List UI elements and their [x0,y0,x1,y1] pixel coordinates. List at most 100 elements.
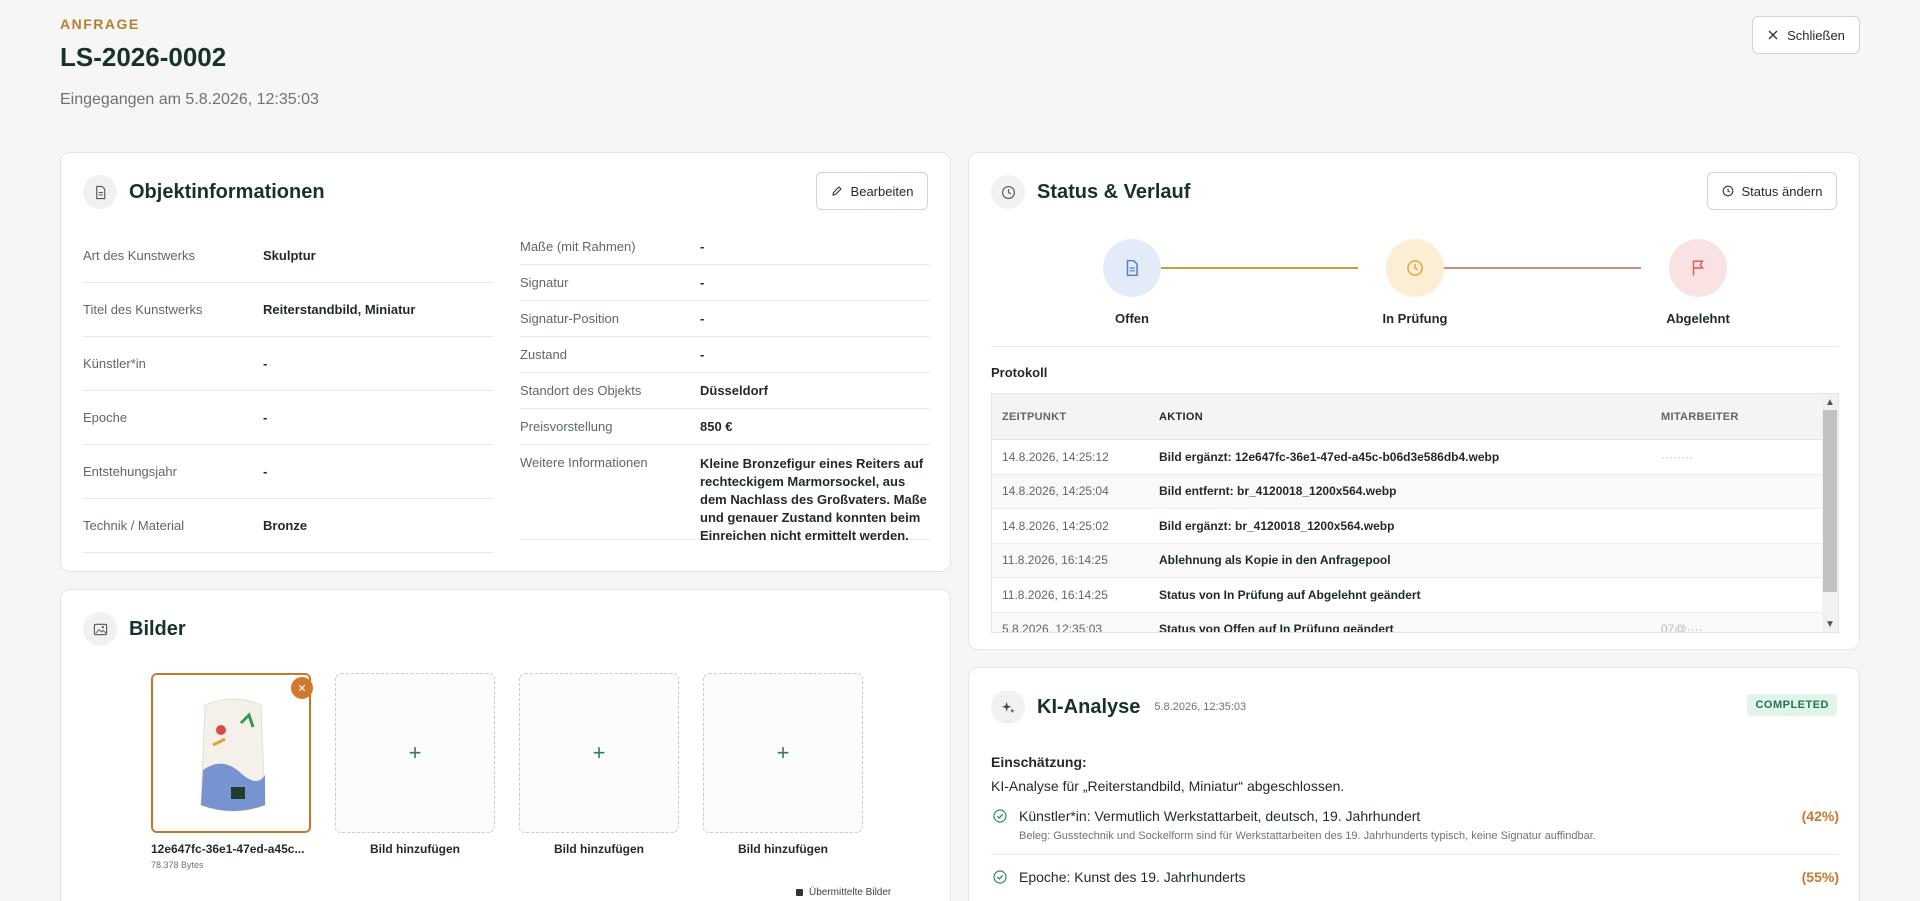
uploaded-image-thumbnail[interactable] [151,673,311,833]
ki-body: Einschätzung: KI-Analyse für „Reiterstan… [991,754,1839,885]
ki-header: KI-Analyse 5.8.2026, 12:35:03 [991,690,1246,724]
add-image-slot[interactable]: + [703,673,863,833]
table-scrollbar[interactable]: ▲ ▼ [1822,394,1838,632]
info-row: Zustand - [520,337,930,373]
scroll-up-icon[interactable]: ▲ [1822,394,1838,410]
info-row: Entstehungsjahr - [83,445,493,499]
page-eyebrow: ANFRAGE [60,16,140,32]
info-label: Titel des Kunstwerks [83,302,203,317]
table-row: 5.8.2026, 12:35:03 Status von Offen auf I… [992,612,1838,633]
info-row: Signatur-Position - [520,301,930,337]
images-title: Bilder [129,617,186,640]
page-header: ANFRAGE LS-2026-0002 Eingegangen am 5.8.… [60,16,319,109]
assessment-heading: Einschätzung: [991,754,1087,770]
row-time: 14.8.2026, 14:25:02 [1002,518,1109,533]
info-row: Titel des Kunstwerks Reiterstandbild, Min… [83,283,493,337]
row-action: Bild ergänzt: br_4120018_1200x564.webp [1159,518,1395,533]
sparkle-icon [991,690,1025,724]
legend-square-icon [796,889,803,896]
info-row: Preisvorstellung 850 € [520,409,930,445]
info-row: Art des Kunstwerks Skulptur [83,229,493,283]
info-value: 850 € [700,418,733,434]
remove-image-button[interactable]: ✕ [291,677,313,699]
plus-icon: + [592,740,606,765]
info-label: Epoche [83,410,128,425]
info-value: - [700,238,705,254]
info-row: Signatur - [520,265,930,301]
change-status-button[interactable]: Status ändern [1707,172,1837,210]
edit-button[interactable]: Bearbeiten [816,172,928,210]
page-title: LS-2026-0002 [60,42,227,72]
info-row: Maße (mit Rahmen) - [520,229,930,265]
ki-finding: Künstler*in: Vermutlich Werkstattarbeit,… [991,808,1839,855]
status-card: Status & Verlauf Status ändern Offen In … [968,152,1860,650]
timeline-connector [1132,267,1358,269]
table-header: ZEITPUNKT AKTION MITARBEITER [992,394,1838,440]
info-row: Standort des Objekts Düsseldorf [520,373,930,409]
uploaded-image-size: 78.378 Bytes [151,860,204,870]
table-row: 11.8.2026, 16:14:25 Ablehnung als Kopie i… [992,543,1838,578]
finding-confidence: (55%) [1801,869,1839,885]
received-date: Eingegangen am 5.8.2026, 12:35:03 [60,91,319,108]
info-label: Standort des Objekts [520,383,642,398]
row-time: 11.8.2026, 16:14:25 [1002,553,1108,568]
column-staff: MITARBEITER [1661,410,1739,423]
clock-icon [1407,260,1423,276]
step-rejected-node [1669,239,1727,297]
object-info-header: Objektinformationen [83,175,325,209]
row-time: 14.8.2026, 14:25:12 [1002,449,1109,464]
add-image-slot[interactable]: + [335,673,495,833]
document-icon [83,175,117,209]
info-label: Maße (mit Rahmen) [520,239,636,254]
clock-icon [1722,185,1733,197]
row-action: Bild ergänzt: 12e647fc-36e1-47ed-a45c-b0… [1159,449,1500,464]
column-time: ZEITPUNKT [1002,410,1067,423]
info-value: - [263,463,268,479]
edit-label: Bearbeiten [850,183,914,199]
step-open-node [1103,239,1161,297]
row-action: Status von In Prüfung auf Abgelehnt geän… [1159,587,1421,602]
row-time: 14.8.2026, 14:25:04 [1002,484,1109,499]
step-rejected-label: Abgelehnt [1666,311,1730,326]
table-row: 14.8.2026, 14:25:02 Bild ergänzt: br_4120… [992,509,1838,544]
status-title: Status & Verlauf [1037,180,1191,203]
legend-label: Übermittelte Bilder [809,887,892,898]
info-row: Künstler*in - [83,337,493,391]
row-time: 11.8.2026, 16:14:25 [1002,587,1108,602]
step-review-label: In Prüfung [1382,311,1448,326]
sculpture-image [153,675,309,831]
add-image-label: Bild hinzufügen [554,842,644,856]
info-value: - [700,346,705,362]
add-image-slot[interactable]: + [519,673,679,833]
close-icon [1768,30,1778,40]
divider [991,346,1839,347]
info-label: Technik / Material [83,518,185,533]
info-label: Zustand [520,347,567,362]
clock-icon [991,175,1025,209]
info-column-right: Maße (mit Rahmen) - Signatur - Signatur-Po… [520,229,930,543]
column-action: AKTION [1159,410,1203,423]
object-info-card: Objektinformationen Bearbeiten Art des K… [60,152,951,572]
close-button[interactable]: Schließen [1752,16,1860,54]
scroll-down-icon[interactable]: ▼ [1822,616,1838,632]
row-staff: 07@···· [1661,622,1703,633]
scroll-thumb[interactable] [1823,410,1837,592]
info-value: - [263,355,268,371]
info-label: Signatur-Position [520,311,619,326]
info-label: Art des Kunstwerks [83,248,195,263]
images-header: Bilder [83,612,186,646]
ki-finding: Epoche: Kunst des 19. Jahrhunderts (55%) [991,869,1839,885]
finding-evidence: Beleg: Gusstechnik und Sockelform sind f… [1019,830,1596,842]
close-label: Schließen [1787,27,1845,43]
info-column-left: Art des Kunstwerks Skulptur Titel des Kun… [83,229,493,553]
info-value: - [263,409,268,425]
uploaded-image-name: 12e647fc-36e1-47ed-a45c... [151,842,305,856]
plus-icon: + [776,740,790,765]
finding-text: Künstler*in: Vermutlich Werkstattarbeit,… [1019,808,1421,824]
check-circle-icon [993,809,1007,823]
info-value: - [700,310,705,326]
images-card: Bilder ✕ 12e647fc-36e1-47ed-a45c... 78.3… [60,589,951,901]
info-value: Bronze [263,517,308,533]
step-open-label: Offen [1115,311,1149,326]
info-row: Epoche - [83,391,493,445]
